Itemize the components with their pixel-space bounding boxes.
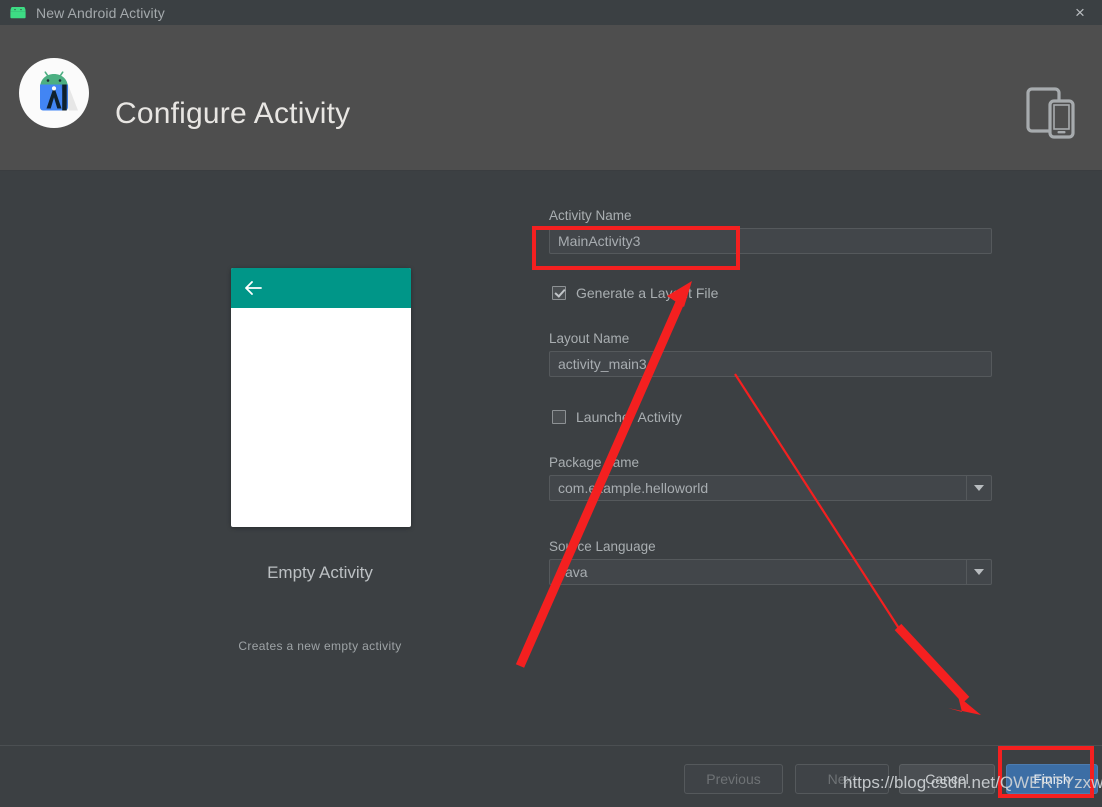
tablet-and-phone-icon [1014, 77, 1082, 145]
chevron-down-icon[interactable] [966, 476, 991, 500]
layout-name-value: activity_main3 [550, 356, 647, 372]
package-name-label: Package name [549, 455, 639, 470]
layout-name-input[interactable]: activity_main3 [549, 351, 992, 377]
package-name-value: com.example.helloworld [550, 480, 708, 496]
back-arrow-icon [243, 279, 263, 297]
page-title: Configure Activity [115, 97, 350, 131]
generate-layout-file-checkbox-row[interactable]: Generate a Layout File [552, 285, 718, 301]
source-language-value: Java [550, 564, 588, 580]
launcher-activity-checkbox[interactable] [552, 410, 566, 424]
activity-name-label: Activity Name [549, 208, 632, 223]
layout-name-label: Layout Name [549, 331, 629, 346]
preview-appbar [231, 268, 411, 308]
source-language-combobox[interactable]: Java [549, 559, 992, 585]
activity-name-input[interactable]: MainActivity3 [549, 228, 992, 254]
watermark-text: https://blog.csdn.net/QWERTYzxw [843, 773, 1102, 793]
previous-button[interactable]: Previous [684, 764, 783, 794]
new-android-activity-dialog: New Android Activity × Configure Activit… [0, 0, 1102, 807]
generate-layout-file-label: Generate a Layout File [576, 285, 718, 301]
close-icon[interactable]: × [1058, 0, 1102, 25]
dialog-header: Configure Activity [0, 25, 1102, 171]
generate-layout-file-checkbox[interactable] [552, 286, 566, 300]
preview-template-description: Creates a new empty activity [0, 639, 640, 653]
package-name-combobox[interactable]: com.example.helloworld [549, 475, 992, 501]
android-robot-icon [8, 5, 28, 21]
activity-name-value: MainActivity3 [550, 233, 640, 249]
chevron-down-icon[interactable] [966, 560, 991, 584]
activity-preview-card [231, 268, 411, 527]
dialog-body: Empty Activity Creates a new empty activ… [0, 171, 1102, 745]
window-title: New Android Activity [36, 5, 165, 21]
preview-template-name: Empty Activity [0, 563, 640, 583]
android-studio-logo-icon [18, 57, 90, 129]
launcher-activity-label: Launcher Activity [576, 409, 682, 425]
launcher-activity-checkbox-row[interactable]: Launcher Activity [552, 409, 682, 425]
window-titlebar: New Android Activity × [0, 0, 1102, 26]
source-language-label: Source Language [549, 539, 656, 554]
